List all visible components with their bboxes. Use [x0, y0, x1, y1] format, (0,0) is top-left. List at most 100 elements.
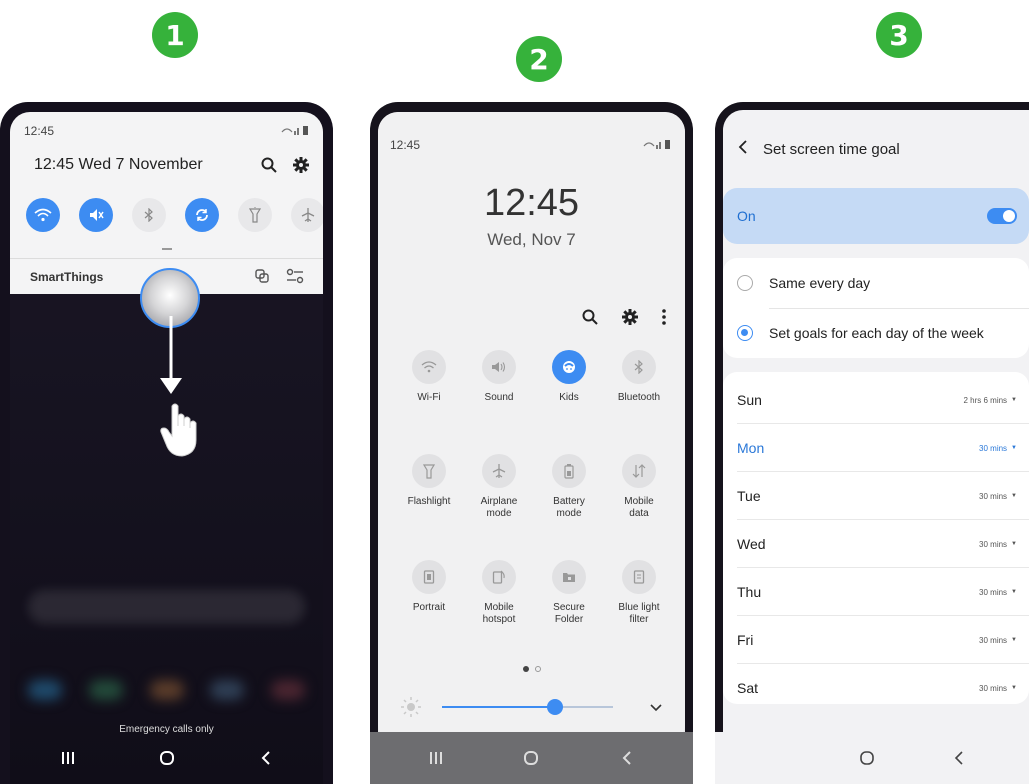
recent-apps-button[interactable] [48, 738, 88, 778]
back-button[interactable] [246, 738, 286, 778]
home-button[interactable] [147, 738, 187, 778]
more-options-icon[interactable] [661, 308, 667, 331]
radio-button-selected[interactable] [737, 325, 753, 341]
bluetooth-toggle[interactable] [132, 198, 166, 232]
bluetooth-icon [622, 350, 656, 384]
day-goal-dropdown[interactable]: 30 mins ▼ [979, 492, 1017, 501]
day-row-mon[interactable]: Mon 30 mins ▼ [723, 424, 1029, 472]
gear-icon[interactable] [292, 156, 310, 179]
panel-datetime: 12:45 Wed 7 November [34, 156, 203, 173]
tile-sound[interactable]: Sound [462, 350, 536, 404]
phone-screen-time-goal: Set screen time goal On Same every day S… [715, 102, 1029, 784]
brightness-icon [400, 696, 422, 723]
day-row-fri[interactable]: Fri 30 mins ▼ [723, 616, 1029, 664]
day-goal-dropdown[interactable]: 30 mins ▼ [979, 444, 1017, 453]
day-row-sat[interactable]: Sat 30 mins ▼ [723, 664, 1029, 712]
dropdown-caret-icon: ▼ [1011, 397, 1017, 403]
day-goal-dropdown[interactable]: 30 mins ▼ [979, 636, 1017, 645]
mobile-data-icon [622, 454, 656, 488]
master-toggle[interactable] [987, 208, 1017, 224]
phone-screen: Set screen time goal On Same every day S… [723, 110, 1029, 784]
goal-mode-options: Same every day Set goals for each day of… [723, 258, 1029, 358]
swipe-down-arrow-icon [160, 316, 182, 394]
back-icon [622, 751, 631, 765]
search-icon[interactable] [260, 156, 278, 179]
option-label: Set goals for each day of the week [769, 325, 984, 341]
tile-mobile-data[interactable]: Mobile data [602, 454, 676, 520]
search-icon[interactable] [581, 308, 599, 331]
master-switch-row[interactable]: On [723, 188, 1029, 244]
day-row-wed[interactable]: Wed 30 mins ▼ [723, 520, 1029, 568]
wifi-toggle[interactable] [26, 198, 60, 232]
tile-blue-light-filter[interactable]: Blue light filter [602, 560, 676, 626]
day-goal-value: 30 mins [979, 683, 1008, 693]
gear-icon[interactable] [621, 308, 639, 331]
tile-label: Secure Folder [553, 602, 585, 625]
step-badge-3: 3 [876, 12, 922, 58]
panel-handle[interactable] [161, 248, 172, 250]
tile-wifi[interactable]: Wi-Fi [392, 350, 466, 404]
status-bar-time: 12:45 [390, 138, 421, 152]
day-name: Mon [737, 440, 765, 456]
day-row-sun[interactable]: Sun 2 hrs 6 mins ▼ [723, 376, 1029, 424]
tile-secure-folder[interactable]: Secure Folder [532, 560, 606, 626]
tile-label: Mobile data [624, 496, 654, 519]
phone-screen: 12:45 12:45 Wed, Nov 7 Wi-Fi Sound Kids … [378, 112, 685, 784]
phone-notification-panel: 12:45 12:45 Wed 7 November SmartThings E… [0, 102, 333, 784]
recent-apps-button[interactable] [416, 738, 456, 778]
day-goal-dropdown[interactable]: 30 mins ▼ [979, 540, 1017, 549]
day-name: Sun [737, 392, 762, 408]
day-goal-value: 30 mins [979, 491, 1008, 501]
tile-flashlight[interactable]: Flashlight [392, 454, 466, 508]
battery-icon [552, 454, 586, 488]
secure-folder-icon [552, 560, 586, 594]
tile-label: Airplane mode [480, 496, 518, 519]
tile-kids[interactable]: Kids [532, 350, 606, 404]
day-goal-value: 30 mins [979, 587, 1008, 597]
brightness-thumb[interactable] [546, 699, 563, 715]
day-goal-dropdown[interactable]: 2 hrs 6 mins ▼ [963, 396, 1017, 405]
day-goal-value: 2 hrs 6 mins [963, 395, 1008, 405]
tile-label: Wi-Fi [417, 392, 441, 403]
devices-icon[interactable] [286, 268, 304, 289]
option-same-every-day[interactable]: Same every day [723, 258, 1029, 308]
tile-label: Kids [559, 392, 579, 403]
home-button[interactable] [511, 738, 551, 778]
brightness-slider[interactable] [400, 692, 663, 722]
hotspot-icon [482, 560, 516, 594]
mute-toggle[interactable] [79, 198, 113, 232]
day-goal-dropdown[interactable]: 30 mins ▼ [979, 684, 1017, 693]
panel-actions [581, 308, 667, 331]
day-goal-dropdown[interactable]: 30 mins ▼ [979, 588, 1017, 597]
sync-toggle[interactable] [185, 198, 219, 232]
back-arrow-icon[interactable] [737, 139, 749, 160]
tile-label: Portrait [412, 602, 446, 613]
option-each-day[interactable]: Set goals for each day of the week [723, 308, 1029, 358]
quick-panel: 12:45 12:45 Wed, Nov 7 Wi-Fi Sound Kids … [378, 112, 685, 742]
back-button[interactable] [939, 738, 979, 778]
day-row-tue[interactable]: Tue 30 mins ▼ [723, 472, 1029, 520]
hand-pointer-icon [160, 403, 197, 457]
tile-bluetooth[interactable]: Bluetooth [602, 350, 676, 404]
status-bar-icons [643, 138, 671, 150]
smartthings-label[interactable]: SmartThings [30, 270, 103, 284]
radio-button[interactable] [737, 275, 753, 291]
back-button[interactable] [607, 738, 647, 778]
day-row-thu[interactable]: Thu 30 mins ▼ [723, 568, 1029, 616]
dropdown-caret-icon: ▼ [1011, 685, 1017, 691]
recent-apps-icon [61, 752, 74, 764]
tile-airplane-mode[interactable]: Airplane mode [462, 454, 536, 520]
tile-battery-mode[interactable]: Battery mode [532, 454, 606, 520]
copy-icon[interactable] [254, 268, 270, 289]
brightness-track[interactable] [442, 699, 613, 715]
page-dot [534, 666, 541, 672]
tile-label: Sound [484, 392, 514, 403]
tile-portrait[interactable]: Portrait [392, 560, 466, 614]
tile-mobile-hotspot[interactable]: Mobile hotspot [462, 560, 536, 626]
flashlight-toggle[interactable] [238, 198, 272, 232]
home-button[interactable] [847, 738, 887, 778]
dropdown-caret-icon: ▼ [1011, 541, 1017, 547]
back-icon [261, 751, 270, 765]
airplane-toggle[interactable] [291, 198, 323, 232]
chevron-down-icon[interactable] [649, 700, 663, 718]
